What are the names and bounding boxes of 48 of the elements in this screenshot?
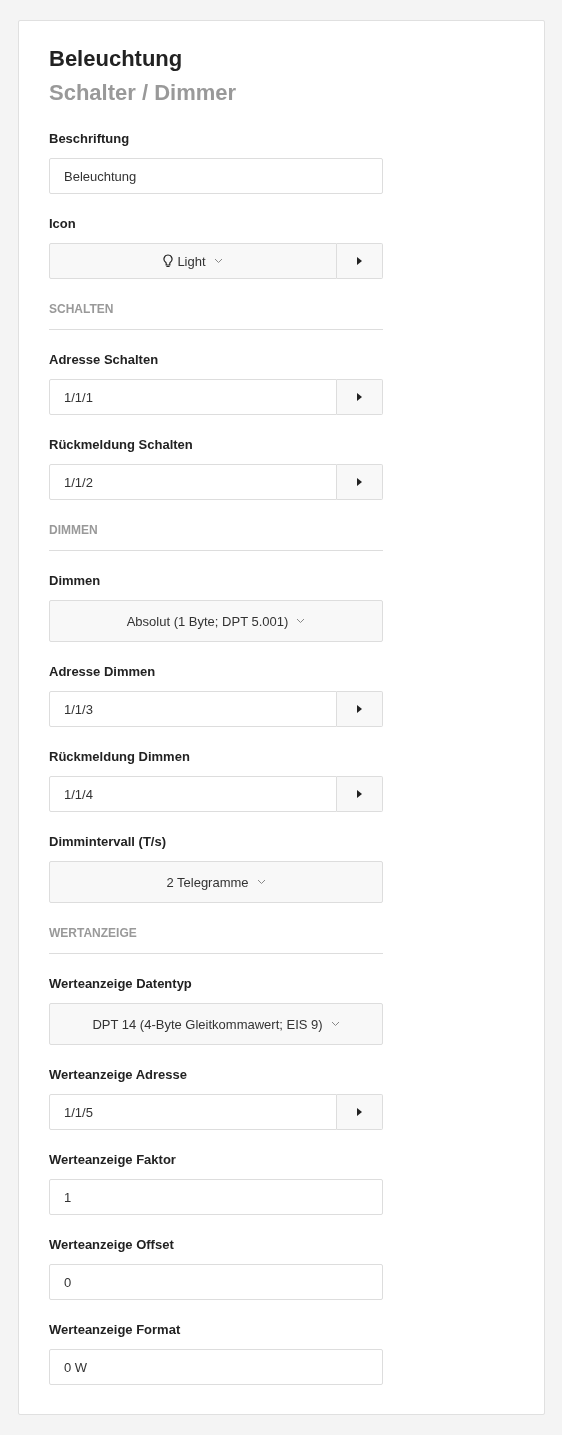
address-field[interactable]: 1/1/3 <box>49 691 337 727</box>
play-button[interactable] <box>337 464 383 500</box>
play-icon <box>357 478 362 486</box>
address-field[interactable]: 1/1/2 <box>49 464 337 500</box>
input-field[interactable]: 0 W <box>49 1349 383 1385</box>
input-field[interactable]: Beleuchtung <box>49 158 383 194</box>
field-label: Adresse Schalten <box>49 352 160 368</box>
section-heading: SCHALTEN <box>49 301 115 317</box>
input-field[interactable]: 1 <box>49 1179 383 1215</box>
address-field[interactable]: 1/1/5 <box>49 1094 337 1130</box>
chevron-down-icon <box>330 1021 340 1027</box>
chevron-down-icon <box>296 618 306 624</box>
icon-dropdown[interactable]: Light <box>49 243 337 279</box>
panel-subtitle: Schalter / Dimmer <box>49 79 238 107</box>
field-label: Adresse Dimmen <box>49 664 157 680</box>
play-button[interactable] <box>337 691 383 727</box>
field-label: Rückmeldung Dimmen <box>49 749 191 765</box>
chevron-down-icon <box>256 879 266 885</box>
play-icon <box>357 790 362 798</box>
play-button[interactable] <box>337 243 383 279</box>
play-icon <box>357 705 362 713</box>
chevron-down-icon <box>213 258 223 264</box>
field-label: Icon <box>49 216 77 232</box>
field-label: Beschriftung <box>49 131 131 147</box>
field-label: Werteanzeige Adresse <box>49 1067 188 1083</box>
field-label: Dimmen <box>49 573 102 589</box>
play-icon <box>357 1108 362 1116</box>
section-heading: WERTANZEIGE <box>49 925 138 941</box>
address-field[interactable]: 1/1/1 <box>49 379 337 415</box>
play-button[interactable] <box>337 1094 383 1130</box>
address-field[interactable]: 1/1/4 <box>49 776 337 812</box>
lightbulb-icon <box>163 254 174 268</box>
play-button[interactable] <box>337 776 383 812</box>
field-label: Werteanzeige Format <box>49 1322 182 1338</box>
dropdown[interactable]: 2 Telegramme <box>49 861 383 903</box>
field-label: Werteanzeige Datentyp <box>49 976 193 992</box>
play-icon <box>357 257 362 265</box>
field-label: Dimmintervall (T/s) <box>49 834 168 850</box>
section-heading: DIMMEN <box>49 522 99 538</box>
dropdown[interactable]: DPT 14 (4-Byte Gleitkommawert; EIS 9) <box>49 1003 383 1045</box>
field-label: Werteanzeige Offset <box>49 1237 175 1253</box>
play-icon <box>357 393 362 401</box>
dropdown[interactable]: Absolut (1 Byte; DPT 5.001) <box>49 600 383 642</box>
play-button[interactable] <box>337 379 383 415</box>
input-field[interactable]: 0 <box>49 1264 383 1300</box>
field-label: Werteanzeige Faktor <box>49 1152 177 1168</box>
field-label: Rückmeldung Schalten <box>49 437 194 453</box>
panel-title: Beleuchtung <box>49 45 184 73</box>
